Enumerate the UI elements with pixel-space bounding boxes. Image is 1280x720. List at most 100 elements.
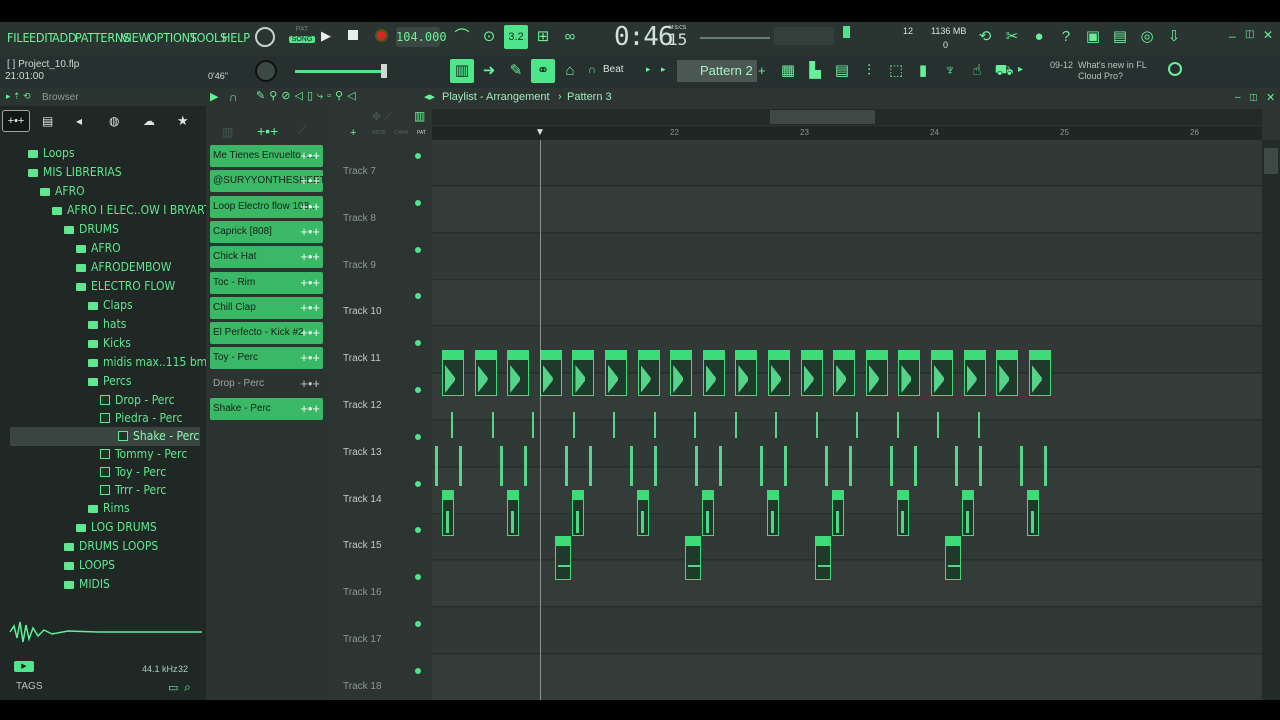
browser-item[interactable]: Loops [0,144,206,163]
track-mute-led[interactable] [415,480,421,487]
channel-rack-icon[interactable]: ▙ [803,59,827,83]
audio-clip[interactable] [865,350,888,396]
clip-header[interactable] [540,351,561,360]
slider-handle[interactable] [381,64,387,78]
vertical-scroll[interactable] [1262,140,1280,700]
track-label[interactable]: Track 9 [343,260,376,271]
browser-item[interactable]: MIDIS [0,575,206,594]
clip-header[interactable] [508,491,518,500]
browser-item[interactable]: Rims [0,499,206,518]
channel-button[interactable]: Caprick [808] +•+ [210,220,323,243]
timeline-ruler[interactable] [432,126,1262,140]
clip-header[interactable] [475,351,496,360]
browser-item[interactable]: DRUMS [0,220,206,239]
audio-clip[interactable] [832,490,844,536]
browser-item[interactable]: midis max..115 bmp [0,353,214,372]
mode-pat[interactable]: PAT [417,130,426,136]
channel-button[interactable]: Toy - Perc +•+ [210,347,323,370]
audio-clip[interactable] [800,350,823,396]
pattern-selector[interactable]: Pattern 2 [677,60,757,82]
browser-item[interactable]: AFRO [0,182,206,201]
menu-file[interactable]: FILE [7,30,30,45]
close-icon[interactable]: ✕ [1263,28,1273,42]
clip-header[interactable] [964,351,985,360]
breadcrumb-pattern[interactable]: Pattern 3 [567,91,612,103]
audio-clip[interactable] [945,536,961,580]
track-label[interactable]: Track 16 [343,587,382,598]
magnet-icon[interactable]: ∩ [588,64,596,76]
clip-header[interactable] [606,351,626,360]
track-label[interactable]: Track 18 [343,681,382,692]
clip-header[interactable] [768,491,778,500]
audio-clip[interactable] [605,350,627,396]
track-label[interactable]: Track 12 [343,400,382,411]
browser-item[interactable]: Trrr - Perc [0,481,206,500]
channel-button[interactable]: Shake - Perc +•+ [210,398,323,420]
track-mute-led[interactable] [415,199,421,206]
track-label[interactable]: Track 11 [343,353,381,364]
arrow-right-icon[interactable]: ➜ [477,59,501,83]
channel-button[interactable]: Drop - Perc +•+ [210,373,323,395]
clip-header[interactable] [508,351,529,360]
track-lane[interactable] [432,654,1262,701]
clip-header[interactable] [671,351,692,360]
clip-header[interactable] [703,491,713,500]
menu-add[interactable]: ADD [52,30,77,45]
audio-clip[interactable] [637,490,649,536]
browser-menu-icon[interactable]: ▸ ⇡ ⟲ [6,91,31,102]
stamp-icon[interactable]: ⌂ [558,59,582,83]
channel-button[interactable]: Chick Hat +•+ [210,246,323,269]
track-label[interactable]: Track 7 [343,166,376,177]
channel-button[interactable]: El Perfecto - Kick #2 +•+ [210,322,323,345]
browser-item[interactable]: AFRODEMBOW [0,258,206,277]
clip-header[interactable] [801,351,822,360]
audio-clip[interactable] [996,350,1019,396]
help-icon[interactable]: ? [1054,25,1078,49]
cut-icon[interactable]: ✂ [1000,25,1024,49]
track-label[interactable]: Track 8 [343,213,376,224]
fx-icon[interactable]: ⫶ [857,59,881,83]
track-mute-led[interactable] [415,153,421,159]
browser-item[interactable]: AFRO I ELEC..OW I BRYARTZZ [0,201,225,220]
browser-item[interactable]: Piedra - Perc [0,409,206,428]
wait-input-icon[interactable]: ⊙ [477,25,501,49]
audio-clip[interactable] [767,490,779,536]
minimize-icon[interactable]: – [1229,29,1236,43]
channel-button[interactable]: Loop Electro flow 108... +•+ [210,195,323,218]
audio-clip[interactable] [768,350,790,396]
browser-item[interactable]: Tommy - Perc [0,445,206,464]
browser-item[interactable]: ELECTRO FLOW [0,277,206,296]
tempo-display[interactable]: 104.000 [396,27,447,47]
web-tab-icon[interactable]: ◍ [109,114,119,128]
clip-header[interactable] [932,351,952,360]
track-lane[interactable] [432,140,1262,186]
audio-clip[interactable] [962,490,974,536]
browser-item[interactable]: Kicks [0,334,206,353]
audio-clip[interactable] [963,350,986,396]
metronome-icon[interactable]: ⌒ [450,25,474,49]
blend-notes-icon[interactable]: ⊞ [531,25,555,49]
files-tab-icon[interactable]: ▤ [42,114,53,128]
clip-header[interactable] [573,351,594,360]
channel-button[interactable]: Me Tienes Envuelto -... +•+ [210,145,323,167]
browser-icon[interactable]: ⬚ [884,59,908,83]
audio-clip[interactable] [555,536,571,580]
render-icon[interactable]: ▤ [1108,25,1132,49]
track-lane[interactable] [432,280,1262,327]
clip-header[interactable] [556,537,570,546]
clip-header[interactable] [997,351,1018,360]
browser-item[interactable]: Percs [0,372,206,391]
pitch-knob[interactable] [255,60,277,82]
playlist-icon[interactable]: ▥ [450,59,474,83]
playlist-close-icon[interactable]: ✕ [1266,91,1275,104]
link-icon[interactable]: ⚭ [531,59,555,83]
clip-header[interactable] [816,537,830,546]
plugin-picker-icon[interactable]: ♆ [938,59,962,83]
track-lane[interactable] [432,233,1262,280]
track-lane[interactable] [432,467,1262,514]
playlist-min-icon[interactable]: – [1235,92,1241,103]
browser-item[interactable]: Claps [0,296,206,315]
add-pattern-icon[interactable]: + [758,63,766,78]
track-mute-led[interactable] [415,387,421,393]
store-icon[interactable]: ⛟ [992,59,1016,83]
